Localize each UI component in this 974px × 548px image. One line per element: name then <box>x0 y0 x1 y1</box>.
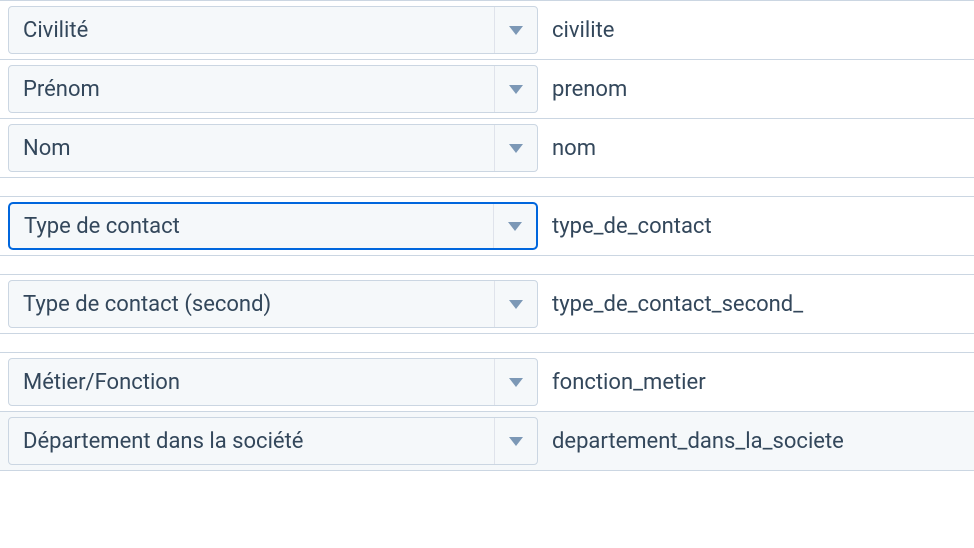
chevron-down-icon <box>509 26 523 35</box>
select-label: Civilité <box>23 18 88 43</box>
chevron-down-icon <box>509 85 523 94</box>
bottom-border <box>0 470 974 471</box>
mapping-row: Prénom prenom <box>0 59 974 118</box>
field-select[interactable]: Métier/Fonction <box>8 358 538 406</box>
select-label: Département dans la société <box>23 429 303 454</box>
field-internal-name: fonction_metier <box>538 370 706 395</box>
field-select[interactable]: Nom <box>8 124 538 172</box>
chevron-down-icon <box>509 437 523 446</box>
field-internal-name: type_de_contact <box>538 214 712 239</box>
field-select[interactable]: Civilité <box>8 6 538 54</box>
field-select[interactable]: Type de contact <box>8 202 538 250</box>
caret-wrap <box>494 7 523 53</box>
chevron-down-icon <box>508 222 522 231</box>
group-spacer <box>0 178 974 196</box>
caret-wrap <box>494 418 523 464</box>
mapping-row: Métier/Fonction fonction_metier <box>0 352 974 411</box>
caret-wrap <box>494 66 523 112</box>
select-label: Métier/Fonction <box>23 370 180 395</box>
caret-wrap <box>493 204 522 248</box>
group-spacer <box>0 334 974 352</box>
caret-wrap <box>494 125 523 171</box>
caret-wrap <box>494 281 523 327</box>
select-label: Type de contact <box>24 214 180 239</box>
field-select[interactable]: Type de contact (second) <box>8 280 538 328</box>
field-select[interactable]: Département dans la société <box>8 417 538 465</box>
group-spacer <box>0 256 974 274</box>
mapping-row: Civilité civilite <box>0 0 974 59</box>
caret-wrap <box>494 359 523 405</box>
select-label: Prénom <box>23 77 100 102</box>
field-internal-name: type_de_contact_second_ <box>538 292 803 317</box>
field-internal-name: prenom <box>538 77 627 102</box>
mapping-row: Type de contact type_de_contact <box>0 196 974 255</box>
chevron-down-icon <box>509 144 523 153</box>
field-select[interactable]: Prénom <box>8 65 538 113</box>
mapping-row: Nom nom <box>0 118 974 177</box>
field-internal-name: civilite <box>538 18 614 43</box>
field-mapping-list: Civilité civilite Prénom prenom Nom nom Type d… <box>0 0 974 470</box>
select-label: Nom <box>23 136 71 161</box>
mapping-row: Département dans la société departement_d… <box>0 411 974 470</box>
select-label: Type de contact (second) <box>23 292 271 317</box>
chevron-down-icon <box>509 378 523 387</box>
chevron-down-icon <box>509 300 523 309</box>
field-internal-name: nom <box>538 136 596 161</box>
field-internal-name: departement_dans_la_societe <box>538 429 844 454</box>
mapping-row: Type de contact (second) type_de_contact_… <box>0 274 974 333</box>
